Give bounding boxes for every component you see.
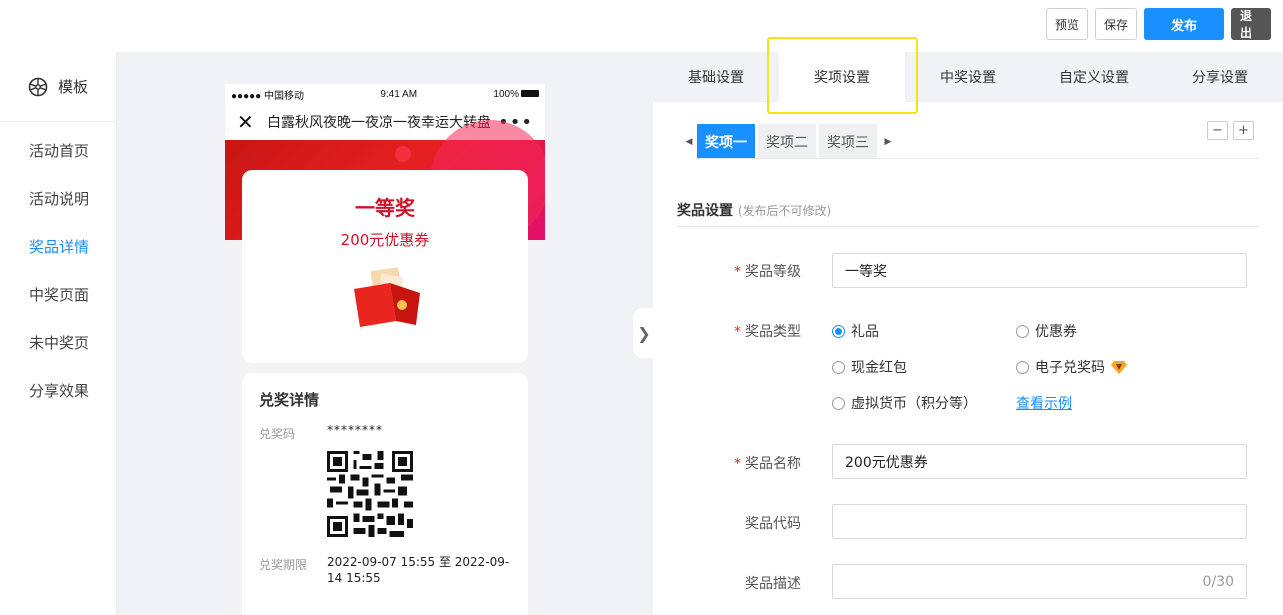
prize-tab-1[interactable]: 奖项一 [697, 124, 755, 159]
left-sidebar: 模板 活动首页 活动说明 奖品详情 中奖页面 未中奖页 分享效果 [0, 52, 117, 615]
template-wheel-icon [28, 77, 48, 96]
sidebar-item-share[interactable]: 分享效果 [0, 366, 116, 414]
sidebar-item-win-page[interactable]: 中奖页面 [0, 270, 116, 318]
redeem-detail-heading: 兑奖详情 [259, 391, 320, 409]
type-radio-gift[interactable]: 礼品 [832, 321, 879, 341]
prize-name-input[interactable]: 200元优惠券 [832, 444, 1247, 479]
type-radio-virtual[interactable]: 虚拟货币（积分等） [832, 393, 977, 413]
sidebar-header-label: 模板 [58, 78, 89, 96]
remove-prize-button[interactable]: − [1207, 121, 1228, 140]
prize-level-text: 一等奖 [355, 196, 415, 220]
time-text: 9:41 AM [380, 88, 418, 100]
section-note: (发布后不可修改) [737, 204, 832, 218]
prize-code-input[interactable] [832, 504, 1247, 539]
prize-code-label: 奖品代码 [745, 516, 801, 532]
settings-panel: 基础设置 奖项设置 中奖设置 自定义设置 分享设置 ◀ 奖项一 奖项二 奖项三 … [653, 52, 1283, 615]
redeem-code-value: ******** [327, 423, 383, 437]
tab-prize[interactable]: 奖项设置 [779, 52, 905, 102]
prize-tab-2[interactable]: 奖项二 [758, 124, 816, 159]
prize-desc-input[interactable]: 0/30 [832, 564, 1247, 599]
tab-win[interactable]: 中奖设置 [905, 52, 1031, 102]
tab-custom[interactable]: 自定义设置 [1031, 52, 1157, 102]
diamond-icon [1111, 361, 1127, 374]
type-radio-ecode[interactable]: 电子兑奖码 [1016, 357, 1127, 377]
banner-ball [395, 146, 411, 162]
redeem-detail-card: 兑奖详情 兑奖码 ******** 兑奖期限 2022-09-07 15:55 … [242, 373, 528, 615]
prize-card: 一等奖 200元优惠券 [242, 170, 528, 363]
sidebar-header[interactable]: 模板 [0, 52, 116, 122]
qr-code [327, 451, 413, 537]
preview-button[interactable]: 预览 [1045, 8, 1088, 40]
tab-share[interactable]: 分享设置 [1157, 52, 1283, 102]
type-radio-cash[interactable]: 现金红包 [832, 357, 907, 377]
battery-text: 100% [493, 89, 539, 100]
sidebar-item-prize-detail[interactable]: 奖品详情 [0, 222, 116, 270]
section-title: 奖品设置 (发布后不可修改) [677, 203, 832, 219]
prize-type-label: * 奖品类型 [734, 324, 801, 340]
prize-item-tabs: ◀ 奖项一 奖项二 奖项三 ▶ [681, 124, 896, 159]
redeem-period-value: 2022-09-07 15:55 至 2022-09-14 15:55 [327, 555, 510, 585]
prize-desc-label: 奖品描述 [745, 576, 801, 592]
prize-name-text: 200元优惠券 [340, 231, 430, 249]
redeem-code-label: 兑奖码 [259, 427, 296, 441]
prev-arrow-icon[interactable]: ◀ [681, 137, 697, 147]
carrier-text: ●●●●● 中国移动 [231, 90, 304, 102]
prize-level-label: * 奖品等级 [734, 264, 801, 280]
next-arrow-icon[interactable]: ▶ [880, 137, 896, 147]
save-button[interactable]: 保存 [1094, 8, 1137, 40]
sidebar-item-lose-page[interactable]: 未中奖页 [0, 318, 116, 366]
top-toolbar: 预览 保存 发布 退出 [0, 0, 1283, 52]
tab-basic[interactable]: 基础设置 [653, 52, 779, 102]
phone-status-bar: ●●●●● 中国移动 9:41 AM 100% [225, 84, 545, 104]
prize-name-label: * 奖品名称 [734, 456, 801, 472]
prize-level-input[interactable]: 一等奖 [832, 253, 1247, 288]
red-gift-box-icon [354, 267, 420, 327]
chevron-right-icon: ❯ [637, 323, 651, 343]
settings-tabs: 基础设置 奖项设置 中奖设置 自定义设置 分享设置 [653, 52, 1283, 102]
add-prize-button[interactable]: + [1233, 121, 1254, 140]
publish-button[interactable]: 发布 [1144, 8, 1224, 40]
prize-tab-3[interactable]: 奖项三 [819, 124, 877, 159]
phone-preview: ●●●●● 中国移动 9:41 AM 100% ✕ 白露秋风夜晚一夜凉一夜幸运大… [225, 84, 545, 615]
toolbar-buttons: 预览 保存 发布 退出 [1045, 8, 1271, 40]
view-example-link[interactable]: 查看示例 [1016, 393, 1072, 413]
sidebar-item-home[interactable]: 活动首页 [0, 126, 116, 174]
collapse-handle[interactable]: ❯ [633, 308, 655, 358]
section-divider [677, 226, 1259, 227]
sidebar-item-description[interactable]: 活动说明 [0, 174, 116, 222]
redeem-period-label: 兑奖期限 [259, 558, 308, 572]
exit-button[interactable]: 退出 [1231, 8, 1271, 40]
close-icon[interactable]: ✕ [237, 110, 267, 134]
desc-char-counter: 0/30 [1202, 573, 1234, 590]
type-radio-coupon[interactable]: 优惠券 [1016, 321, 1077, 341]
prize-tabs-divider [697, 158, 1259, 159]
